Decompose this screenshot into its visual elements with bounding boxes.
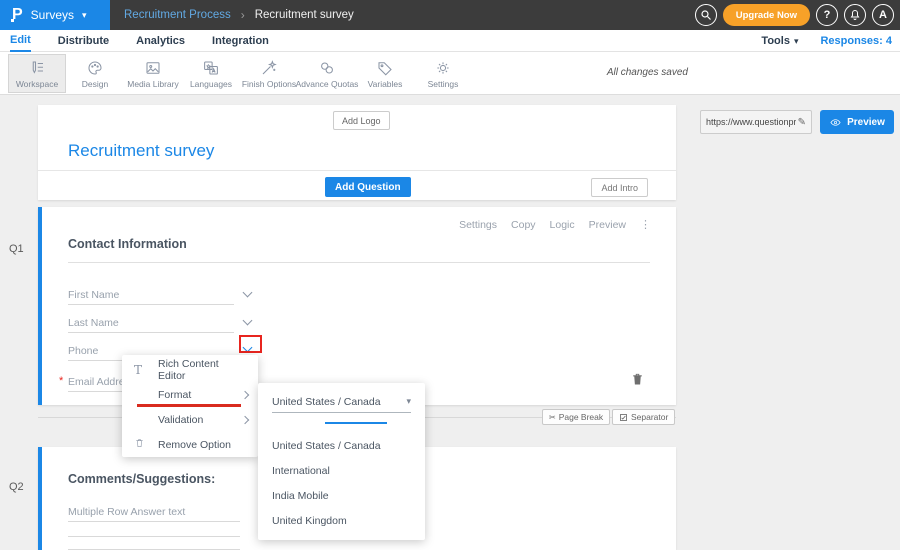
responses-link[interactable]: Responses: 4 bbox=[820, 35, 892, 47]
search-icon bbox=[700, 9, 712, 21]
brand-label: Surveys bbox=[31, 8, 74, 22]
edit-url-pencil-icon[interactable]: ✎ bbox=[798, 117, 811, 128]
format-option-india-mobile[interactable]: India Mobile bbox=[258, 483, 425, 508]
q2-question-text[interactable]: Comments/Suggestions: bbox=[68, 472, 215, 486]
format-option-us-canada[interactable]: United States / Canada bbox=[258, 433, 425, 458]
quotas-links-icon bbox=[317, 59, 337, 77]
separator-button[interactable]: Separator bbox=[612, 409, 675, 425]
tools-menu[interactable]: Tools ▾ bbox=[761, 35, 798, 47]
tools-label: Tools bbox=[761, 35, 790, 47]
toolbar-item-variables[interactable]: Variables bbox=[356, 54, 414, 93]
chevron-right-icon bbox=[241, 390, 249, 398]
chevron-down-icon: ▾ bbox=[82, 11, 87, 20]
add-intro-button[interactable]: Add Intro bbox=[591, 178, 648, 197]
nav-bar: Edit Distribute Analytics Integration To… bbox=[0, 30, 900, 52]
tab-integration[interactable]: Integration bbox=[212, 30, 269, 52]
tag-icon bbox=[375, 59, 395, 77]
bell-icon bbox=[849, 9, 861, 21]
questionpro-logo-icon: P bbox=[12, 7, 23, 23]
account-avatar[interactable]: A bbox=[872, 4, 894, 26]
menu-item-validation[interactable]: Validation bbox=[122, 407, 258, 432]
eye-icon bbox=[829, 117, 842, 128]
help-button[interactable]: ? bbox=[816, 4, 838, 26]
image-icon bbox=[143, 59, 163, 77]
survey-title[interactable]: Recruitment survey bbox=[68, 141, 214, 161]
toolbar-item-media-library[interactable]: Media Library bbox=[124, 54, 182, 93]
submenu-accent-line bbox=[325, 422, 387, 424]
page-break-button[interactable]: ✂ Page Break bbox=[542, 409, 610, 425]
search-button[interactable] bbox=[695, 4, 717, 26]
q1-preview-link[interactable]: Preview bbox=[589, 219, 626, 231]
preview-label: Preview bbox=[847, 117, 885, 128]
breadcrumb: Recruitment Process › Recruitment survey bbox=[124, 0, 354, 30]
format-submenu: United States / Canada ▾ United States /… bbox=[258, 383, 425, 540]
question-number-q2: Q2 bbox=[9, 481, 24, 493]
breadcrumb-parent[interactable]: Recruitment Process bbox=[124, 9, 231, 21]
breadcrumb-current: Recruitment survey bbox=[255, 9, 354, 21]
breadcrumb-separator-icon: › bbox=[241, 8, 245, 22]
trash-icon bbox=[630, 371, 645, 387]
save-status: All changes saved bbox=[607, 67, 688, 78]
required-asterisk: * bbox=[59, 375, 63, 387]
chevron-right-icon bbox=[241, 415, 249, 423]
editor-toolbar: Workspace Design Media Library Languages… bbox=[0, 52, 900, 95]
scissors-icon: ✂ bbox=[549, 413, 556, 422]
tab-analytics[interactable]: Analytics bbox=[136, 30, 185, 52]
divider bbox=[68, 262, 650, 263]
top-bar: P Surveys ▾ Recruitment Process › Recrui… bbox=[0, 0, 900, 30]
q1-logic-link[interactable]: Logic bbox=[550, 219, 575, 231]
question-number-q1: Q1 bbox=[9, 243, 24, 255]
toolbar-item-workspace[interactable]: Workspace bbox=[8, 54, 66, 93]
survey-url-box: ✎ bbox=[700, 110, 812, 134]
survey-url-input[interactable] bbox=[701, 117, 798, 127]
preview-button[interactable]: Preview bbox=[820, 110, 894, 134]
q1-copy-link[interactable]: Copy bbox=[511, 219, 536, 231]
q1-settings-link[interactable]: Settings bbox=[459, 219, 497, 231]
trash-icon bbox=[134, 437, 158, 452]
chevron-down-icon: ▾ bbox=[406, 396, 411, 407]
format-option-united-kingdom[interactable]: United Kingdom bbox=[258, 508, 425, 533]
add-question-button[interactable]: Add Question bbox=[325, 177, 411, 197]
brand-menu[interactable]: P Surveys ▾ bbox=[0, 0, 110, 30]
toolbar-item-languages[interactable]: Languages bbox=[182, 54, 240, 93]
gear-icon bbox=[433, 59, 453, 77]
format-select[interactable]: United States / Canada ▾ bbox=[272, 391, 411, 413]
delete-question-button[interactable] bbox=[630, 371, 645, 392]
magic-wand-icon bbox=[259, 59, 279, 77]
q1-question-text[interactable]: Contact Information bbox=[68, 237, 187, 251]
last-name-chevron-down-icon[interactable] bbox=[243, 316, 253, 326]
q2-answer-row-2[interactable] bbox=[68, 536, 240, 537]
annotation-highlight-box bbox=[239, 335, 262, 353]
menu-item-remove-option[interactable]: Remove Option bbox=[122, 432, 258, 457]
notifications-button[interactable] bbox=[844, 4, 866, 26]
menu-item-rich-content-editor[interactable]: T Rich Content Editor bbox=[122, 357, 258, 382]
format-option-international[interactable]: International bbox=[258, 458, 425, 483]
chevron-down-icon: ▾ bbox=[794, 37, 799, 46]
upgrade-now-button[interactable]: Upgrade Now bbox=[723, 4, 810, 26]
question-mark-icon: ? bbox=[824, 9, 831, 21]
toolbar-item-design[interactable]: Design bbox=[66, 54, 124, 93]
first-name-chevron-down-icon[interactable] bbox=[243, 288, 253, 298]
tab-distribute[interactable]: Distribute bbox=[58, 30, 109, 52]
tab-edit[interactable]: Edit bbox=[10, 30, 31, 52]
field-first-name[interactable]: First Name bbox=[68, 285, 234, 305]
translate-icon bbox=[201, 59, 221, 77]
survey-header-card: Add Logo Recruitment survey Add Question… bbox=[38, 105, 676, 200]
separator-icon bbox=[619, 413, 628, 422]
toolbar-item-advance-quotas[interactable]: Advance Quotas bbox=[298, 54, 356, 93]
palette-icon bbox=[85, 59, 105, 77]
annotation-underline bbox=[137, 404, 241, 407]
add-question-strip: Add Question Add Intro bbox=[38, 170, 676, 200]
add-logo-button[interactable]: Add Logo bbox=[333, 111, 390, 130]
avatar-initial: A bbox=[879, 9, 887, 21]
field-last-name[interactable]: Last Name bbox=[68, 313, 234, 333]
toolbar-item-settings[interactable]: Settings bbox=[414, 54, 472, 93]
workspace-icon bbox=[27, 59, 47, 77]
text-editor-icon: T bbox=[134, 363, 158, 377]
q2-answer-row-1[interactable]: Multiple Row Answer text bbox=[68, 502, 240, 522]
toolbar-item-finish-options[interactable]: Finish Options bbox=[240, 54, 298, 93]
kebab-menu-icon[interactable]: ⋮ bbox=[640, 218, 651, 231]
